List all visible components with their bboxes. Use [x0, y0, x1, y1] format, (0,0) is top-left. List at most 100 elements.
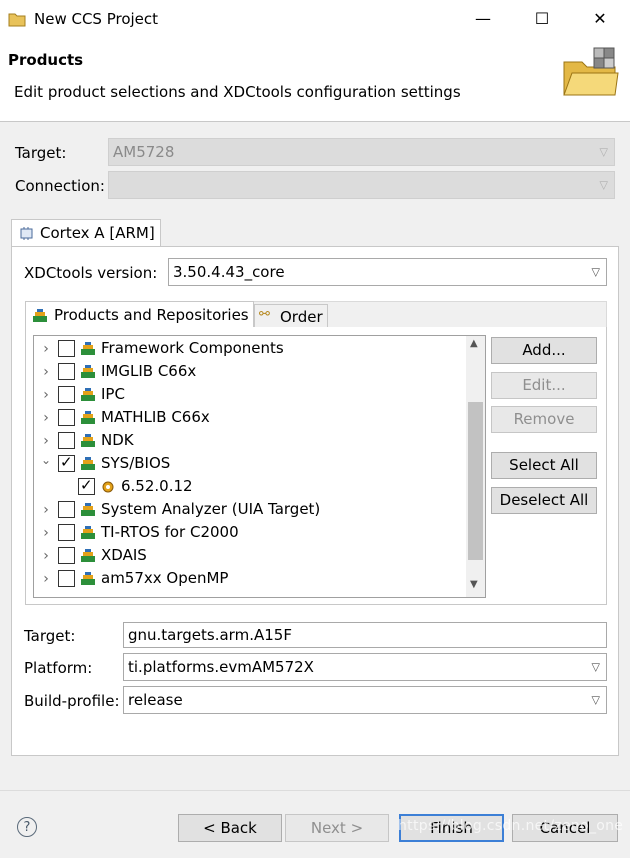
product-icon — [81, 411, 95, 424]
tree-item-label: System Analyzer (UIA Target) — [101, 500, 321, 518]
chevron-right-icon[interactable]: › — [40, 433, 52, 449]
version-gear-icon — [102, 481, 114, 493]
tree-item[interactable]: › IMGLIB C66x — [34, 361, 464, 384]
tree-item[interactable]: › IPC — [34, 384, 464, 407]
chevron-right-icon[interactable]: › — [40, 364, 52, 380]
next-button[interactable]: Next > — [285, 814, 389, 842]
maximize-button[interactable]: ☐ — [519, 0, 565, 38]
tree-scrollbar[interactable]: ▲ ▼ — [466, 336, 485, 597]
help-icon[interactable]: ? — [17, 817, 37, 837]
device-target-label: Target: — [15, 144, 67, 162]
tree-rows: › Framework Components › IMGLIB C66x › IPC › MA… — [34, 336, 464, 597]
products-tree[interactable]: › Framework Components › IMGLIB C66x › IPC › MA… — [33, 335, 486, 598]
chevron-right-icon[interactable]: › — [40, 502, 52, 518]
product-icon — [33, 309, 47, 322]
folder-icon — [8, 13, 26, 27]
project-folder-icon — [563, 47, 619, 96]
tree-item-checkbox[interactable]: ✓ — [78, 476, 95, 495]
tab-order[interactable]: ⚯ Order — [254, 304, 328, 328]
edit-button[interactable]: Edit... — [491, 372, 597, 399]
tree-item-label: SYS/BIOS — [101, 454, 171, 472]
chevron-down-icon: ▽ — [591, 693, 600, 707]
remove-button[interactable]: Remove — [491, 406, 597, 433]
tree-item-checkbox[interactable]: ✓ — [58, 453, 75, 472]
platform-label: Platform: — [24, 659, 93, 677]
tree-item-label: MATHLIB C66x — [101, 408, 210, 426]
device-target-combo: AM5728 ▽ — [108, 138, 615, 166]
tree-item[interactable]: › NDK — [34, 430, 464, 453]
tab-products-repositories[interactable]: Products and Repositories — [25, 301, 254, 328]
product-icon — [81, 572, 95, 585]
chevron-right-icon[interactable]: › — [40, 548, 52, 564]
wizard-header: Products Edit product selections and XDC… — [0, 38, 630, 122]
product-icon — [81, 434, 95, 447]
build-target-label: Target: — [24, 627, 76, 645]
tab-label: Products and Repositories — [54, 306, 249, 324]
window-title: New CCS Project — [34, 10, 159, 28]
tab-label: Cortex A [ARM] — [40, 224, 155, 242]
build-profile-label: Build-profile: — [24, 692, 120, 710]
xdctools-label: XDCtools version: — [24, 264, 158, 282]
tree-item[interactable]: ✓ 6.52.0.12 — [34, 476, 464, 499]
back-button[interactable]: < Back — [178, 814, 282, 842]
minimize-button[interactable]: — — [460, 0, 506, 38]
tree-item[interactable]: ⌄ ✓ SYS/BIOS — [34, 453, 464, 476]
footer-divider — [0, 790, 630, 791]
product-icon — [81, 503, 95, 516]
build-target-input[interactable]: gnu.targets.arm.A15F — [123, 622, 607, 648]
tree-item-checkbox[interactable] — [58, 386, 75, 403]
tree-item[interactable]: › Framework Components — [34, 338, 464, 361]
platform-select[interactable]: ti.platforms.evmAM572X ▽ — [123, 653, 607, 681]
product-icon — [81, 342, 95, 355]
tree-item-checkbox[interactable] — [58, 340, 75, 357]
page-subtitle: Edit product selections and XDCtools con… — [14, 83, 461, 101]
scroll-up-icon[interactable]: ▲ — [470, 338, 478, 349]
xdctools-version-select[interactable]: 3.50.4.43_core ▽ — [168, 258, 607, 286]
order-icon: ⚯ — [259, 307, 270, 322]
page-title: Products — [8, 51, 84, 69]
chevron-right-icon[interactable]: › — [40, 571, 52, 587]
scroll-thumb[interactable] — [468, 402, 483, 560]
tree-item-label: IPC — [101, 385, 125, 403]
tree-item-label: 6.52.0.12 — [121, 477, 193, 495]
tree-item-checkbox[interactable] — [58, 547, 75, 564]
build-profile-select[interactable]: release ▽ — [123, 686, 607, 714]
tree-item[interactable]: › am57xx OpenMP — [34, 568, 464, 591]
check-icon: ✓ — [60, 453, 73, 471]
tree-item-checkbox[interactable] — [58, 432, 75, 449]
deselect-all-button[interactable]: Deselect All — [491, 487, 597, 514]
tree-item-label: am57xx OpenMP — [101, 569, 229, 587]
chevron-right-icon[interactable]: › — [40, 525, 52, 541]
title-bar: New CCS Project — ☐ ✕ — [0, 0, 630, 38]
tree-item[interactable]: › MATHLIB C66x — [34, 407, 464, 430]
tree-item-checkbox[interactable] — [58, 570, 75, 587]
chevron-right-icon[interactable]: › — [40, 387, 52, 403]
chevron-down-icon: ▽ — [599, 178, 608, 192]
chevron-down-icon: ▽ — [591, 265, 600, 279]
tree-item[interactable]: › XDAIS — [34, 545, 464, 568]
product-icon — [81, 549, 95, 562]
scroll-down-icon[interactable]: ▼ — [470, 579, 478, 590]
chevron-right-icon[interactable]: › — [40, 341, 52, 357]
tree-item[interactable]: › System Analyzer (UIA Target) — [34, 499, 464, 522]
add-button[interactable]: Add... — [491, 337, 597, 364]
tree-item-checkbox[interactable] — [58, 409, 75, 426]
tree-item-label: NDK — [101, 431, 134, 449]
tree-item-checkbox[interactable] — [58, 501, 75, 518]
xdctools-version-value: 3.50.4.43_core — [173, 263, 285, 281]
watermark: https://blog.csdn.net/zeno_one — [398, 818, 624, 834]
connection-combo: ▽ — [108, 171, 615, 199]
check-icon: ✓ — [80, 476, 93, 494]
tab-cortex-a[interactable]: Cortex A [ARM] — [11, 219, 161, 247]
tree-item[interactable]: › TI-RTOS for C2000 — [34, 522, 464, 545]
close-button[interactable]: ✕ — [577, 0, 623, 38]
chevron-down-icon[interactable]: ⌄ — [40, 453, 52, 467]
select-all-button[interactable]: Select All — [491, 452, 597, 479]
tree-item-label: Framework Components — [101, 339, 284, 357]
chevron-down-icon: ▽ — [591, 660, 600, 674]
tree-item-label: XDAIS — [101, 546, 147, 564]
build-target-value: gnu.targets.arm.A15F — [128, 626, 292, 644]
tree-item-checkbox[interactable] — [58, 524, 75, 541]
chevron-right-icon[interactable]: › — [40, 410, 52, 426]
tree-item-checkbox[interactable] — [58, 363, 75, 380]
